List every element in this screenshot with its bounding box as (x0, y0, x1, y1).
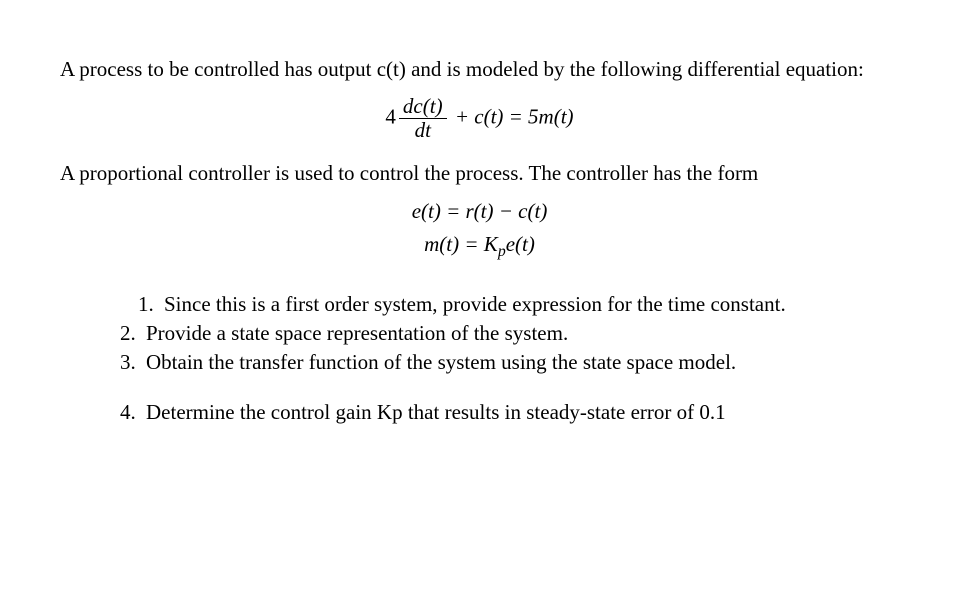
q4-text: Determine the control gain Kp that resul… (146, 399, 859, 426)
equation-1: 4dc(t)dt + c(t) = 5m(t) (60, 95, 899, 142)
question-list: 1. Since this is a first order system, p… (120, 291, 859, 426)
q2-num: 2. (120, 320, 146, 347)
eq1-fraction: dc(t)dt (399, 95, 447, 142)
question-2: 2. Provide a state space representation … (120, 320, 859, 347)
equation-2-block: e(t) = r(t) − c(t) m(t) = Kpe(t) (60, 198, 899, 263)
q3-num: 3. (120, 349, 146, 376)
intro-paragraph-1: A process to be controlled has output c(… (60, 56, 899, 83)
q3-text: Obtain the transfer function of the syst… (146, 349, 859, 376)
eq1-numerator: dc(t) (399, 95, 447, 119)
q2-text: Provide a state space representation of … (146, 320, 859, 347)
q4-num: 4. (120, 399, 146, 426)
eq1-rest: + c(t) = 5m(t) (455, 105, 574, 129)
eq2-line2-sub: p (498, 243, 506, 260)
question-3: 3. Obtain the transfer function of the s… (120, 349, 859, 376)
question-1: 1. Since this is a first order system, p… (120, 291, 859, 318)
eq1-coef: 4 (385, 105, 396, 129)
eq2-line1: e(t) = r(t) − c(t) (60, 198, 899, 225)
eq2-line2-post: e(t) (506, 232, 535, 256)
eq2-line2: m(t) = Kpe(t) (60, 231, 899, 263)
eq2-line2-pre: m(t) = K (424, 232, 498, 256)
eq1-denominator: dt (399, 119, 447, 142)
q1-num: 1. (138, 291, 164, 318)
q1-text: Since this is a first order system, prov… (164, 291, 859, 318)
question-4: 4. Determine the control gain Kp that re… (120, 399, 859, 426)
intro-paragraph-2: A proportional controller is used to con… (60, 160, 899, 187)
